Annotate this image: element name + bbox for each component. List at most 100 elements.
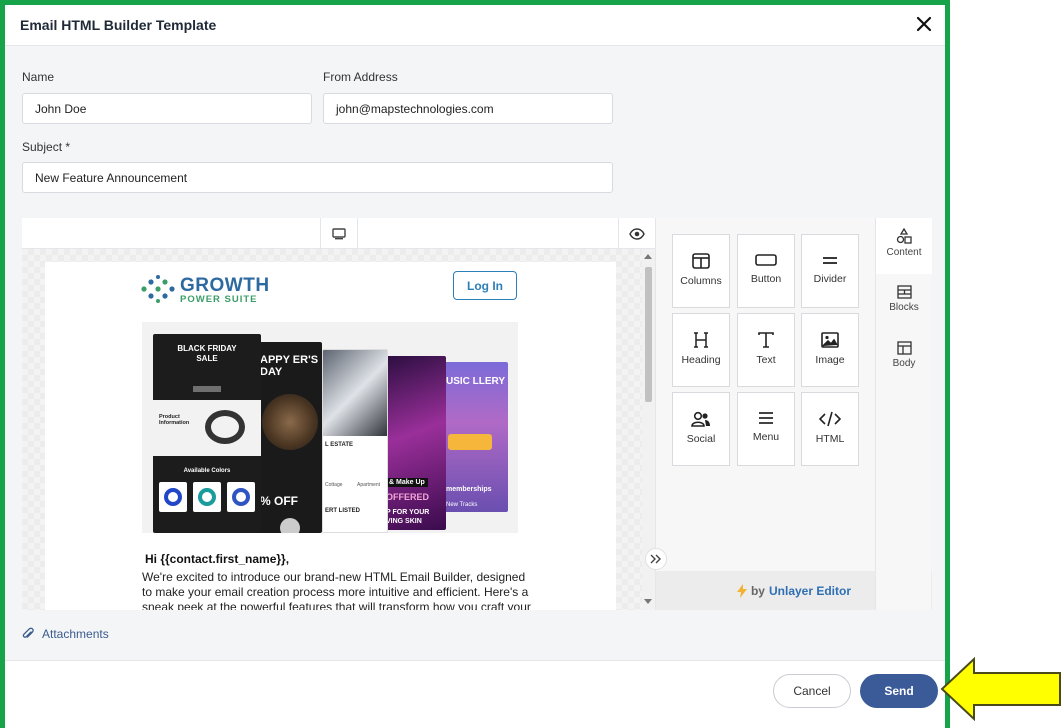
tool-button-label: Button: [750, 273, 782, 285]
email-login-button[interactable]: Log In: [453, 271, 517, 300]
from-address-label: From Address: [323, 70, 398, 84]
bolt-icon: [736, 583, 747, 598]
scroll-up-icon[interactable]: [644, 254, 652, 259]
tool-image-label: Image: [815, 354, 845, 366]
button-icon: [755, 254, 777, 266]
dialog-footer: Cancel Send: [5, 660, 945, 728]
body-icon: [896, 341, 912, 355]
tool-text[interactable]: Text: [737, 313, 795, 387]
card-beauty-sub: & Make Up: [386, 478, 428, 487]
tool-heading[interactable]: Heading: [672, 313, 730, 387]
tool-html-label: HTML: [815, 433, 845, 445]
editor-tabs: Content Blocks Body: [875, 218, 932, 610]
tool-columns-label: Columns: [680, 275, 722, 287]
powered-by-brand: Unlayer Editor: [768, 583, 852, 598]
card-blackfriday-title: BLACK FRIDAY SALE: [177, 344, 237, 363]
email-editor: GROWTH POWER SUITE Log In USIC LLERY mem…: [22, 218, 655, 610]
attachments-link[interactable]: Attachments: [22, 627, 109, 641]
logo-icon: [141, 275, 175, 303]
tool-menu[interactable]: Menu: [737, 392, 795, 466]
hero-image: USIC LLERY memberships New Tracks & Make…: [142, 322, 518, 533]
send-button[interactable]: Send: [860, 674, 938, 708]
product-section: Product Information: [153, 400, 261, 456]
divider-icon: [823, 257, 837, 264]
tab-blocks[interactable]: Blocks: [876, 285, 932, 325]
close-icon[interactable]: [913, 13, 935, 35]
tool-divider[interactable]: Divider: [801, 234, 859, 308]
dialog-header: Email HTML Builder Template: [5, 5, 945, 46]
tool-text-label: Text: [756, 354, 776, 366]
image-icon: [821, 332, 839, 348]
hero-card-beauty: & Make Up OFFERED P FOR YOUR VING SKIN: [382, 356, 446, 530]
subject-input[interactable]: New Feature Announcement: [22, 162, 613, 193]
speaker-graphic: [448, 434, 492, 450]
logo-subtext: POWER SUITE: [180, 294, 258, 305]
menu-icon: [759, 412, 773, 424]
tool-image[interactable]: Image: [801, 313, 859, 387]
tab-content[interactable]: Content: [876, 218, 932, 274]
card-beauty-promo: P FOR YOUR VING SKIN: [386, 509, 430, 525]
callout-arrow-icon: [940, 656, 1061, 722]
tab-body-label: Body: [892, 358, 916, 369]
hero-card-watch: APPY ER'S DAY % OFF: [256, 342, 322, 533]
card-realestate-list: ERT LISTED: [325, 508, 361, 514]
card-blackfriday-sub2: Available Colors: [183, 468, 231, 474]
color-swatch-blue: [159, 482, 187, 512]
collapse-panel-button[interactable]: [645, 548, 667, 570]
realestate-photo: [323, 350, 387, 436]
scroll-down-icon[interactable]: [644, 599, 652, 604]
watch-graphic: [262, 394, 318, 450]
text-icon: [758, 332, 774, 348]
card-realestate-sub2: Apartment: [357, 482, 381, 488]
hero-card-blackfriday: BLACK FRIDAY SALE Product Information Av…: [153, 334, 261, 533]
watch-small-graphic: [280, 518, 300, 533]
paperclip-icon: [22, 627, 34, 638]
from-address-input[interactable]: john@mapstechnologies.com: [323, 93, 613, 124]
card-blackfriday-btn: [193, 386, 221, 392]
color-swatch-teal: [193, 482, 221, 512]
card-beauty-offer: OFFERED: [386, 492, 430, 502]
tool-button[interactable]: Button: [737, 234, 795, 308]
dialog: Email HTML Builder Template Name John Do…: [0, 0, 950, 728]
preview-button[interactable]: [618, 218, 655, 249]
tab-blocks-label: Blocks: [889, 302, 919, 313]
email-canvas[interactable]: GROWTH POWER SUITE Log In USIC LLERY mem…: [22, 249, 642, 610]
email-preview: GROWTH POWER SUITE Log In USIC LLERY mem…: [45, 262, 616, 610]
scroll-thumb[interactable]: [645, 267, 652, 402]
tool-columns[interactable]: Columns: [672, 234, 730, 308]
hero-card-realestate: L ESTATE Cottage Apartment ERT LISTED: [322, 349, 388, 533]
color-swatch-navy: [227, 482, 255, 512]
tool-social-label: Social: [686, 433, 716, 445]
card-music-sub: memberships: [446, 486, 492, 493]
cancel-button[interactable]: Cancel: [773, 674, 851, 708]
hero-card-music: USIC LLERY memberships New Tracks: [440, 362, 508, 512]
card-music-title: USIC LLERY: [446, 376, 506, 387]
name-input[interactable]: John Doe: [22, 93, 312, 124]
editor-toolbar: [22, 218, 655, 249]
social-icon: [691, 411, 710, 427]
content-icon: [896, 228, 912, 244]
growth-logo: GROWTH POWER SUITE: [140, 274, 270, 305]
card-blackfriday-sub1: Product Information: [159, 414, 190, 426]
heading-icon: [694, 332, 708, 348]
tool-social[interactable]: Social: [672, 392, 730, 466]
subject-label: Subject *: [22, 140, 71, 154]
card-realestate-sub: Cottage: [325, 482, 343, 488]
card-music-sub2: New Tracks: [446, 502, 478, 508]
name-label: Name: [22, 70, 55, 84]
columns-icon: [692, 253, 710, 269]
card-watch-title: APPY ER'S DAY: [260, 354, 319, 378]
tool-menu-label: Menu: [752, 431, 780, 443]
tab-body[interactable]: Body: [876, 341, 932, 381]
blocks-icon: [896, 285, 912, 299]
desktop-icon: [332, 227, 346, 239]
tool-divider-label: Divider: [813, 273, 847, 285]
tool-html[interactable]: HTML: [801, 392, 859, 466]
attachments-label: Attachments: [42, 627, 109, 641]
double-chevron-right-icon: [650, 554, 661, 564]
dialog-title: Email HTML Builder Template: [20, 17, 217, 33]
headphone-graphic: [205, 410, 245, 444]
desktop-view-button[interactable]: [320, 218, 358, 249]
tab-content-label: Content: [886, 247, 922, 258]
email-body-text: We're excited to introduce our brand-new…: [142, 570, 531, 610]
